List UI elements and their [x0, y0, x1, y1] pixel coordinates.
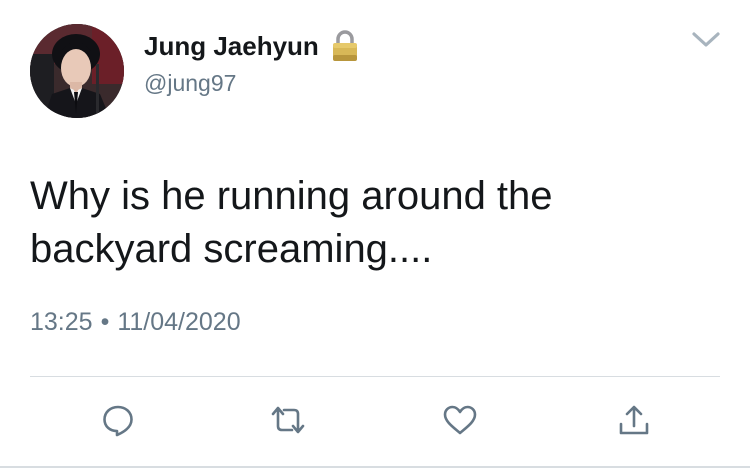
user-handle[interactable]: @jung97: [144, 70, 236, 97]
timestamp: 13:25 • 11/04/2020: [30, 308, 241, 337]
chevron-down-icon[interactable]: [689, 26, 723, 52]
lock-icon: [331, 29, 359, 63]
user-name-row: Jung Jaehyun: [144, 28, 359, 64]
tweet-time[interactable]: 13:25: [30, 308, 93, 337]
tweet-card: Jung Jaehyun @jung97 Why is he running a…: [0, 0, 750, 468]
tweet-text: Why is he running around the backyard sc…: [30, 174, 553, 271]
action-bar: [0, 398, 750, 442]
display-name[interactable]: Jung Jaehyun: [144, 31, 319, 62]
like-button[interactable]: [438, 398, 482, 442]
divider: [30, 376, 720, 377]
retweet-icon: [271, 406, 305, 434]
reply-bubble-icon: [103, 405, 133, 437]
tweet-date[interactable]: 11/04/2020: [117, 308, 240, 337]
avatar-image: [30, 24, 124, 118]
avatar[interactable]: [30, 24, 124, 118]
timestamp-separator: •: [100, 308, 110, 336]
reply-button[interactable]: [96, 398, 140, 442]
heart-icon: [443, 405, 477, 435]
retweet-button[interactable]: [266, 398, 310, 442]
share-icon: [619, 405, 649, 435]
share-button[interactable]: [612, 398, 656, 442]
